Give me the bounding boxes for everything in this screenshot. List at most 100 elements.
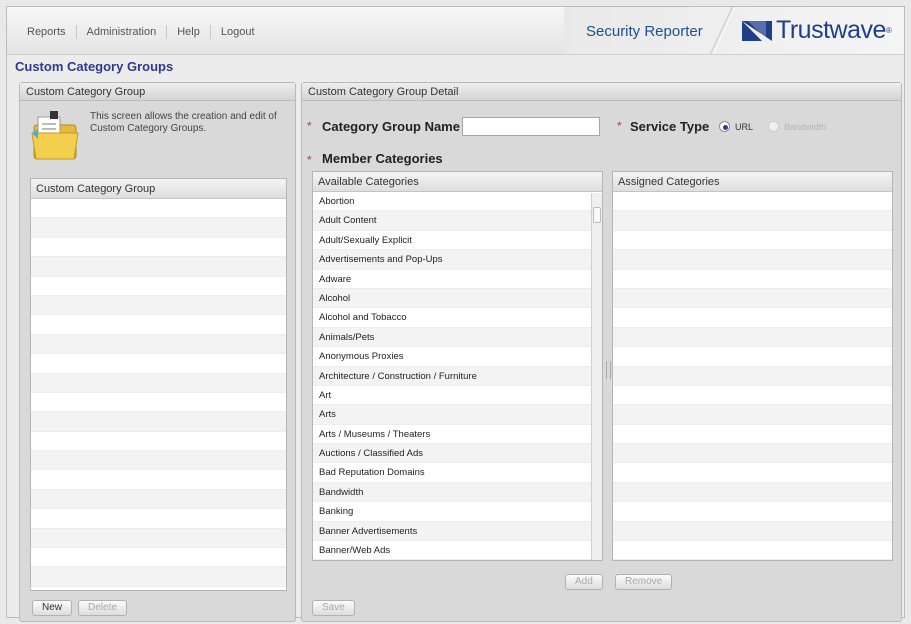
available-category-item[interactable]: Anonymous Proxies bbox=[313, 347, 602, 367]
main-nav: Reports Administration Help Logout bbox=[17, 25, 265, 39]
required-marker: * bbox=[617, 119, 622, 133]
table-row[interactable] bbox=[31, 238, 286, 258]
table-row[interactable] bbox=[31, 354, 286, 374]
table-row[interactable] bbox=[31, 548, 286, 568]
brand-divider bbox=[709, 7, 737, 54]
assigned-category-item[interactable] bbox=[613, 288, 892, 309]
assigned-category-item[interactable] bbox=[613, 502, 892, 522]
available-category-item[interactable]: Advertisements and Pop-Ups bbox=[313, 250, 602, 270]
table-row[interactable] bbox=[31, 470, 286, 490]
table-row[interactable] bbox=[31, 218, 286, 238]
available-categories-grid: Available Categories Abortion Adult Conte… bbox=[312, 171, 603, 561]
available-category-item[interactable]: Alcohol bbox=[313, 288, 602, 309]
available-category-item[interactable]: Alcohol and Tobacco bbox=[313, 308, 602, 328]
available-category-item[interactable]: Banner Advertisements bbox=[313, 521, 602, 542]
assigned-category-item[interactable] bbox=[613, 211, 892, 231]
table-row[interactable] bbox=[31, 257, 286, 277]
scroll-thumb[interactable] bbox=[593, 207, 601, 223]
required-marker: * bbox=[307, 153, 312, 167]
table-row[interactable] bbox=[31, 489, 286, 510]
assigned-category-item[interactable] bbox=[613, 270, 892, 289]
available-scrollbar[interactable] bbox=[591, 193, 602, 560]
category-group-name-input[interactable] bbox=[462, 117, 600, 136]
grid-header: Custom Category Group bbox=[31, 179, 286, 199]
available-category-item[interactable]: Banking bbox=[313, 502, 602, 522]
available-category-item[interactable]: Arts / Museums / Theaters bbox=[313, 425, 602, 445]
available-category-item[interactable]: Adware bbox=[313, 270, 602, 289]
available-category-item[interactable]: Abortion bbox=[313, 192, 602, 212]
service-type-url-radio[interactable] bbox=[719, 121, 730, 132]
required-marker: * bbox=[307, 119, 312, 133]
top-bar: Reports Administration Help Logout Secur… bbox=[7, 7, 904, 55]
right-panel-title: Custom Category Group Detail bbox=[302, 83, 901, 101]
assigned-category-item[interactable] bbox=[613, 192, 892, 212]
assigned-category-item[interactable] bbox=[613, 405, 892, 425]
splitter-handle[interactable] bbox=[605, 171, 611, 561]
assigned-category-item[interactable] bbox=[613, 482, 892, 503]
table-row[interactable] bbox=[31, 567, 286, 587]
assigned-category-item[interactable] bbox=[613, 231, 892, 251]
available-category-item[interactable]: Bad Reputation Domains bbox=[313, 463, 602, 483]
folder-icon bbox=[31, 111, 79, 160]
remove-button[interactable]: Remove bbox=[615, 574, 673, 590]
available-category-item[interactable]: Bandwidth bbox=[313, 482, 602, 503]
service-type-bandwidth-label: Bandwidth bbox=[784, 122, 827, 132]
available-category-item[interactable]: Architecture / Construction / Furniture bbox=[313, 366, 602, 386]
table-row[interactable] bbox=[31, 334, 286, 355]
logo-text: Trustwave bbox=[776, 16, 886, 44]
assigned-category-item[interactable] bbox=[613, 463, 892, 483]
brand-area: Security Reporter Trustwave ® bbox=[564, 7, 904, 54]
assigned-category-item[interactable] bbox=[613, 366, 892, 386]
delete-button[interactable]: Delete bbox=[78, 600, 127, 616]
available-category-item[interactable]: Art bbox=[313, 386, 602, 406]
assigned-categories-grid: Assigned Categories bbox=[612, 171, 893, 561]
assigned-category-item[interactable] bbox=[613, 425, 892, 445]
available-category-item[interactable]: Animals/Pets bbox=[313, 327, 602, 348]
table-row[interactable] bbox=[31, 199, 286, 219]
assigned-category-item[interactable] bbox=[613, 386, 892, 406]
add-button[interactable]: Add bbox=[565, 574, 603, 590]
new-button[interactable]: New bbox=[32, 600, 73, 616]
table-row[interactable] bbox=[31, 412, 286, 432]
service-type-url-label: URL bbox=[735, 122, 754, 132]
assigned-category-item[interactable] bbox=[613, 347, 892, 367]
app-window: Reports Administration Help Logout Secur… bbox=[6, 6, 905, 622]
table-row[interactable] bbox=[31, 432, 286, 452]
table-row[interactable] bbox=[31, 509, 286, 529]
assigned-category-item[interactable] bbox=[613, 521, 892, 542]
trustwave-logo-icon bbox=[742, 20, 772, 41]
assigned-category-item[interactable] bbox=[613, 327, 892, 348]
left-panel-title: Custom Category Group bbox=[20, 83, 295, 101]
available-category-item[interactable]: Adult/Sexually Explicit bbox=[313, 231, 602, 251]
table-row[interactable] bbox=[31, 277, 286, 296]
save-button[interactable]: Save bbox=[312, 600, 355, 616]
nav-administration[interactable]: Administration bbox=[77, 25, 168, 39]
available-category-item[interactable]: Auctions / Classified Ads bbox=[313, 444, 602, 464]
table-row[interactable] bbox=[31, 393, 286, 413]
table-row[interactable] bbox=[31, 315, 286, 335]
assigned-category-item[interactable] bbox=[613, 250, 892, 270]
available-category-item[interactable]: Banner/Web Ads bbox=[313, 541, 602, 560]
available-category-item[interactable]: Adult Content bbox=[313, 211, 602, 231]
service-type-label: Service Type bbox=[630, 119, 710, 134]
available-list: Abortion Adult Content Adult/Sexually Expl… bbox=[313, 192, 602, 560]
grid-body bbox=[31, 199, 286, 587]
custom-category-group-detail-panel: Custom Category Group Detail * Category … bbox=[301, 82, 902, 622]
table-row[interactable] bbox=[31, 373, 286, 393]
table-row[interactable] bbox=[31, 528, 286, 549]
table-row[interactable] bbox=[31, 451, 286, 471]
assigned-category-item[interactable] bbox=[613, 541, 892, 560]
service-type-bandwidth-radio[interactable] bbox=[768, 121, 779, 132]
custom-category-group-panel: Custom Category Group This screen allows… bbox=[19, 82, 296, 622]
nav-logout[interactable]: Logout bbox=[211, 25, 265, 39]
nav-reports[interactable]: Reports bbox=[17, 25, 77, 39]
nav-help[interactable]: Help bbox=[167, 25, 211, 39]
assigned-category-item[interactable] bbox=[613, 308, 892, 328]
logo-registered-mark: ® bbox=[885, 26, 892, 35]
available-category-item[interactable]: Arts bbox=[313, 405, 602, 425]
custom-category-group-grid: Custom Category Group bbox=[30, 178, 287, 591]
assigned-category-item[interactable] bbox=[613, 444, 892, 464]
info-text: This screen allows the creation and edit… bbox=[90, 111, 277, 134]
trustwave-logo: Trustwave ® bbox=[742, 16, 892, 45]
table-row[interactable] bbox=[31, 295, 286, 316]
